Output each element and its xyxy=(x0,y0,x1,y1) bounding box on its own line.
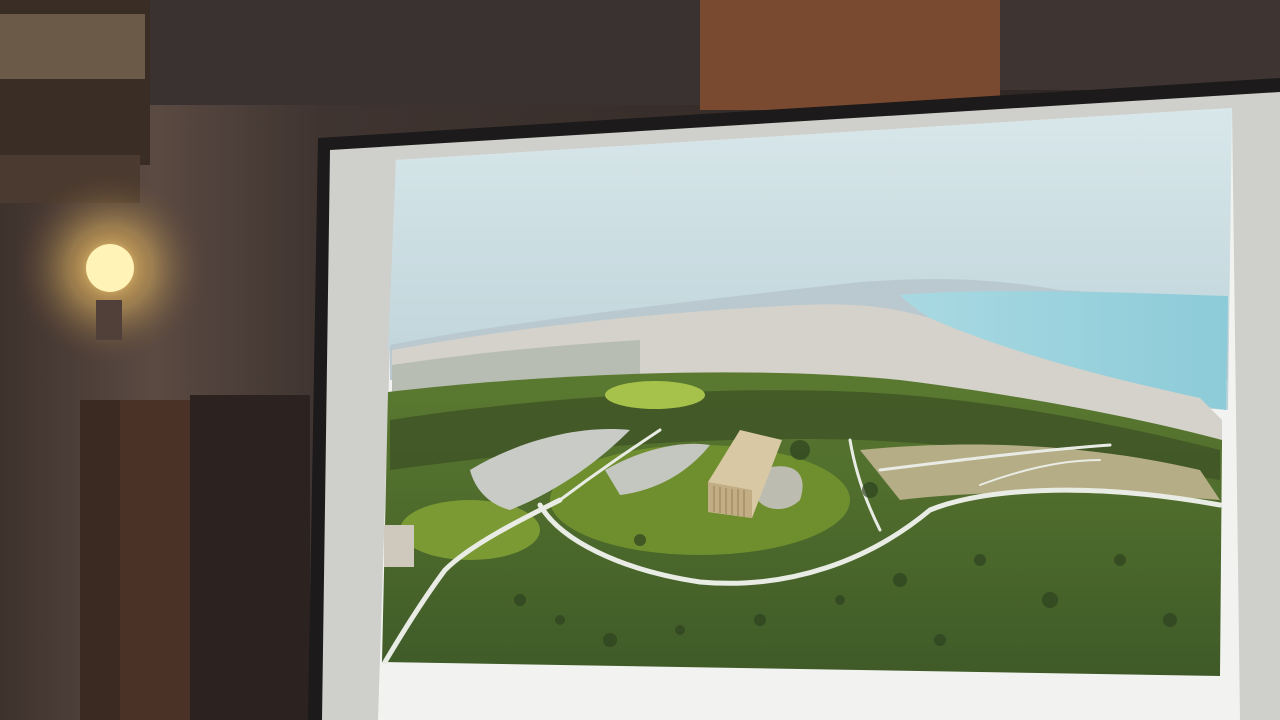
wall-lamp-icon xyxy=(15,173,205,363)
doorway xyxy=(80,395,310,720)
aerial-photo xyxy=(382,108,1232,676)
scene-photo xyxy=(0,0,1280,720)
